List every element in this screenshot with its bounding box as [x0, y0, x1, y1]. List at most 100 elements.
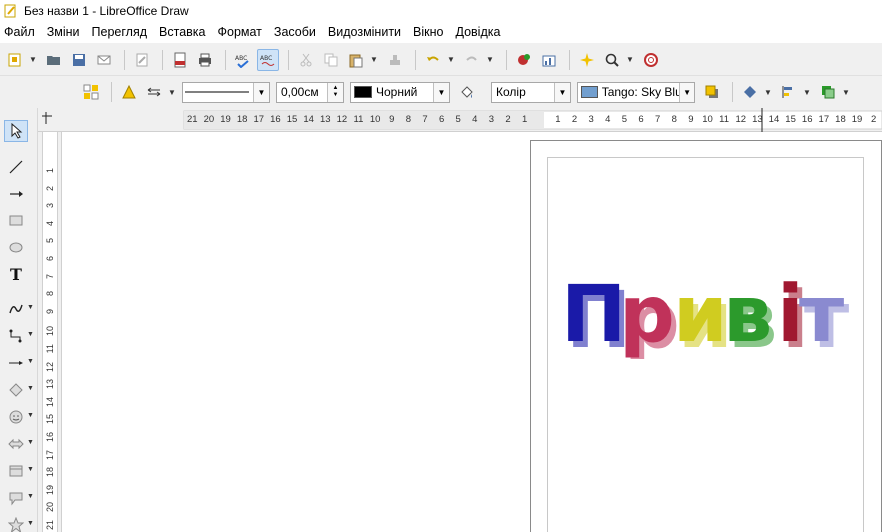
block-arrows-tool-icon[interactable]: [4, 433, 28, 455]
line-color-select[interactable]: Чорний ▼: [350, 81, 450, 103]
ruler-tick-label: 9: [688, 114, 694, 125]
align-dropdown-icon[interactable]: ▼: [803, 88, 811, 97]
paste-dropdown-icon[interactable]: ▼: [370, 55, 378, 64]
menu-edit[interactable]: Зміни: [47, 25, 86, 39]
new-document-icon[interactable]: [4, 49, 26, 71]
window-title: Без назви 1 - LibreOffice Draw: [24, 3, 189, 18]
connector-dropdown-icon[interactable]: ▼: [27, 331, 34, 338]
ruler-tick-label: 2: [505, 114, 511, 125]
image-icon[interactable]: [513, 49, 535, 71]
horizontal-ruler[interactable]: 21 20 19 18 17 16 15 14 13 12 11 10 9 8 7 6 5 4 3 2 1 1 2 3 4 5 6 7…: [38, 108, 882, 132]
save-icon[interactable]: [68, 49, 90, 71]
chevron-down-icon[interactable]: ▼: [554, 82, 570, 102]
auto-spellcheck-icon[interactable]: ABC: [257, 48, 279, 71]
fill-color-select[interactable]: Tango: Sky Blu ▼: [577, 81, 695, 103]
fill-type-select[interactable]: Колір ▼: [491, 81, 571, 103]
connector-tool-icon[interactable]: [4, 325, 28, 347]
line-width-spinner[interactable]: 0,00см ▲ ▼: [276, 81, 344, 103]
symbol-shapes-dropdown-icon[interactable]: ▼: [27, 412, 34, 419]
chart-icon[interactable]: [538, 49, 560, 71]
line-tool-icon[interactable]: [4, 156, 28, 178]
vertical-ruler[interactable]: 12345678910111213141516171819202122: [38, 132, 62, 532]
block-arrows-dropdown-icon[interactable]: ▼: [27, 439, 34, 446]
area-fill-icon[interactable]: [456, 81, 478, 103]
line-and-filling-toolbar: ▼ ▼ 0,00см ▲ ▼ Чорний ▼ Колір ▼ Tango: Sk…: [0, 76, 882, 108]
ruler-tick-label: 17: [253, 114, 265, 125]
open-folder-icon[interactable]: [43, 49, 65, 71]
stars-tool-icon[interactable]: [4, 514, 28, 532]
email-icon[interactable]: [93, 49, 115, 71]
drawing-canvas[interactable]: ППррииввіітт: [62, 132, 882, 532]
curve-tool-icon[interactable]: [4, 298, 28, 320]
spelling-icon[interactable]: ABC: [232, 49, 254, 71]
menu-modify[interactable]: Видозмінити: [328, 25, 407, 39]
line-width-value[interactable]: 0,00см: [277, 85, 323, 99]
lines-arrows-dropdown-icon[interactable]: ▼: [27, 358, 34, 365]
ruler-tick-label: 18: [45, 467, 55, 478]
arrow-style-icon[interactable]: [143, 81, 165, 103]
redo-icon[interactable]: [461, 49, 483, 71]
help-icon[interactable]: [640, 49, 662, 71]
ruler-tick-label: 13: [319, 114, 331, 125]
transformations-dropdown-icon[interactable]: ▼: [764, 88, 772, 97]
undo-dropdown-icon[interactable]: ▼: [447, 55, 455, 64]
line-style-select[interactable]: ▼: [182, 81, 270, 103]
select-pointer-icon[interactable]: [4, 120, 28, 142]
menu-view[interactable]: Перегляд: [92, 25, 153, 39]
ruler-tick-label: 11: [719, 114, 730, 125]
ellipse-tool-icon[interactable]: [4, 236, 28, 258]
text-tool-icon[interactable]: T: [4, 263, 28, 285]
menu-window[interactable]: Вікно: [413, 25, 449, 39]
clone-formatting-icon[interactable]: [384, 49, 406, 71]
copy-icon[interactable]: [320, 49, 342, 71]
chevron-down-icon[interactable]: ▼: [679, 82, 695, 102]
redo-dropdown-icon[interactable]: ▼: [486, 55, 494, 64]
print-icon[interactable]: [194, 49, 216, 71]
gluepoint-icon[interactable]: [576, 49, 598, 71]
stars-dropdown-icon[interactable]: ▼: [27, 520, 34, 527]
ruler-tick-label: 8: [45, 291, 55, 297]
ruler-tick-label: 8: [405, 114, 411, 125]
callout-dropdown-icon[interactable]: ▼: [27, 493, 34, 500]
callout-tool-icon[interactable]: [4, 487, 28, 509]
export-pdf-icon[interactable]: [169, 49, 191, 71]
line-arrow-tool-icon[interactable]: [4, 183, 28, 205]
fontwork-3d-text[interactable]: ППрр ии вв іі тт: [561, 269, 861, 359]
arrange-icon[interactable]: [817, 81, 839, 103]
zoom-icon[interactable]: [601, 49, 623, 71]
chevron-down-icon[interactable]: ▼: [433, 82, 449, 102]
shadow-icon[interactable]: [701, 81, 723, 103]
tab-stop-icon[interactable]: [42, 112, 52, 124]
curve-dropdown-icon[interactable]: ▼: [27, 304, 34, 311]
line-color-swatch: [354, 86, 372, 98]
arrange-dropdown-icon[interactable]: ▼: [842, 88, 850, 97]
align-objects-icon[interactable]: [778, 81, 800, 103]
select-all-grid-icon[interactable]: [80, 81, 102, 103]
transformations-icon[interactable]: [739, 81, 761, 103]
basic-shapes-tool-icon[interactable]: [4, 379, 28, 401]
menu-format[interactable]: Формат: [218, 25, 268, 39]
menu-insert[interactable]: Вставка: [159, 25, 211, 39]
new-dropdown-icon[interactable]: ▼: [29, 55, 37, 64]
symbol-shapes-tool-icon[interactable]: [4, 406, 28, 428]
line-icon[interactable]: [118, 81, 140, 103]
spin-arrows-icon[interactable]: ▲ ▼: [327, 82, 343, 102]
rectangle-tool-icon[interactable]: [4, 209, 28, 231]
lines-arrows-tool-icon[interactable]: [4, 352, 28, 374]
zoom-dropdown-icon[interactable]: ▼: [626, 55, 634, 64]
menu-file[interactable]: Файл: [4, 25, 41, 39]
paste-icon[interactable]: [345, 49, 367, 71]
edit-mode-icon[interactable]: [131, 49, 153, 71]
menu-tools[interactable]: Засоби: [274, 25, 322, 39]
undo-icon[interactable]: [422, 49, 444, 71]
drawing-page[interactable]: ППррииввіітт: [530, 140, 882, 532]
cut-icon[interactable]: [295, 49, 317, 71]
chevron-down-icon[interactable]: ▼: [253, 82, 269, 102]
basic-shapes-dropdown-icon[interactable]: ▼: [27, 385, 34, 392]
menu-help[interactable]: Довідка: [455, 25, 506, 39]
arrow-style-dropdown-icon[interactable]: ▼: [168, 88, 176, 97]
flowchart-tool-icon[interactable]: [4, 460, 28, 482]
flowchart-dropdown-icon[interactable]: ▼: [27, 466, 34, 473]
drawing-toolbar: T ▼ ▼ ▼ ▼ ▼ ▼ ▼ ▼ ▼: [0, 108, 38, 532]
ruler-tick-label: 10: [369, 114, 381, 125]
